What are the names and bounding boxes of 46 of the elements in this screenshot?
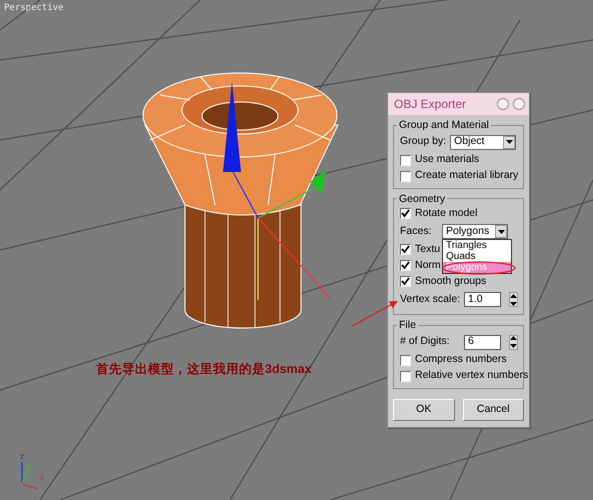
field-label: Faces: [400, 224, 433, 239]
group-title: Geometry [398, 192, 446, 206]
checkbox-label: Smooth groups [415, 274, 486, 289]
checkbox[interactable] [400, 370, 411, 382]
spinner-button[interactable] [509, 292, 518, 308]
number-field[interactable]: 1.0 [464, 292, 501, 308]
group-title: Group and Material [398, 119, 490, 132]
dropdown-option[interactable]: Quads [443, 251, 511, 262]
pointer-arrow [352, 301, 398, 326]
spinner-button[interactable] [509, 334, 518, 350]
caret-icon [506, 140, 513, 144]
checkbox[interactable] [400, 154, 411, 166]
dropdown[interactable]: Polygons [442, 224, 508, 240]
checkbox[interactable] [400, 208, 411, 220]
up-arrow-icon [510, 336, 517, 340]
number-field[interactable]: 6 [464, 334, 501, 350]
up-arrow-icon [510, 294, 517, 298]
checkbox[interactable] [400, 170, 411, 182]
dropdown-option[interactable]: Triangles [443, 240, 511, 252]
down-arrow-icon [510, 344, 517, 348]
axis-tripod-icon [21, 462, 38, 490]
dialog-button[interactable]: OK [393, 398, 454, 421]
axis-label: z [20, 452, 24, 461]
field-label: Group by: [400, 134, 446, 150]
checkbox[interactable] [400, 260, 411, 272]
checkbox[interactable] [400, 354, 411, 366]
annotation-text: 首先导出模型，这里我用的是3dsmax [96, 361, 312, 378]
checkbox[interactable] [400, 244, 411, 256]
group-title: File [398, 319, 417, 332]
dropdown[interactable]: Object [450, 134, 516, 150]
checkbox-label: Compress numbers [415, 352, 507, 368]
window-title: OBJ Exporter [394, 96, 466, 113]
axis-label: x [40, 473, 44, 482]
field-label: Vertex scale: [400, 292, 460, 307]
checkbox[interactable] [400, 276, 411, 288]
checkbox-label: Use materials [415, 152, 480, 168]
checkbox-label: Norm [415, 258, 441, 273]
checkbox-label: Rotate model [415, 206, 478, 221]
checkbox-label: Textu [415, 242, 440, 257]
dialog-button[interactable]: Cancel [462, 398, 524, 421]
down-arrow-icon [510, 302, 517, 306]
checkbox-label: Create material library [415, 168, 518, 184]
caret-icon [498, 230, 504, 234]
field-label: # of Digits: [400, 334, 451, 350]
viewport-label: Perspective [4, 2, 64, 15]
checkbox-label: Relative vertex numbers [415, 368, 528, 384]
